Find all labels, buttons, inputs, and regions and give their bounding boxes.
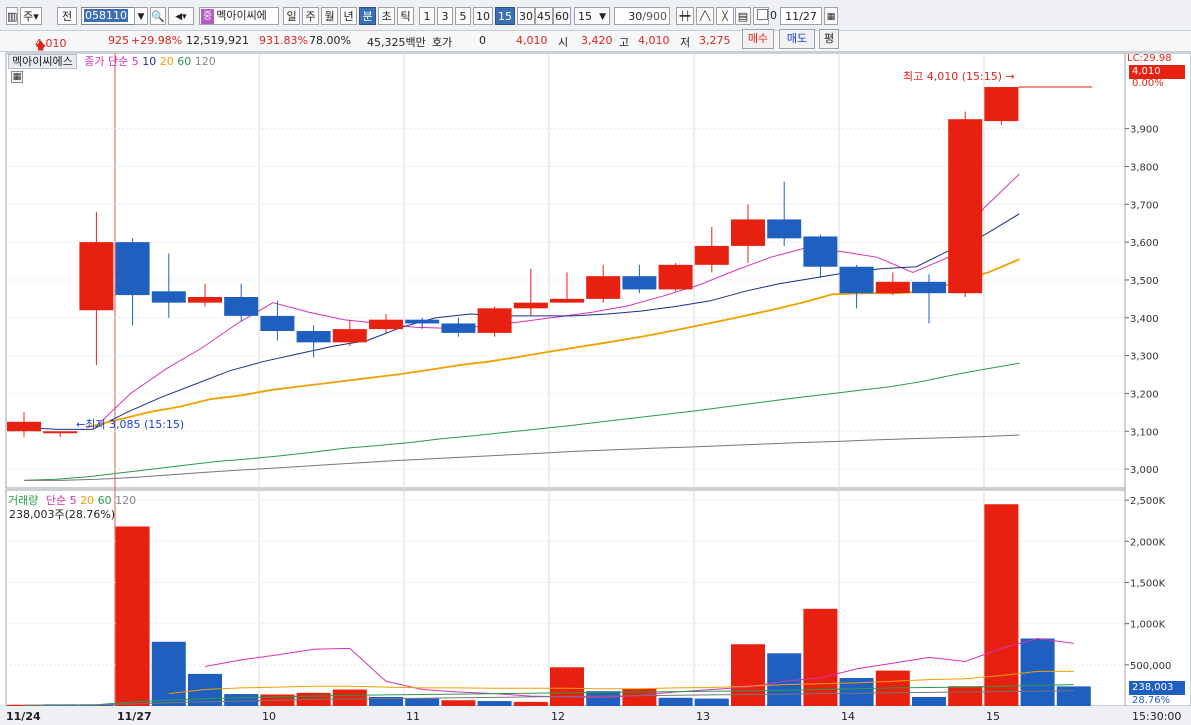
candle-down [803,236,838,267]
volume-tick-label: 1,000K [1130,620,1166,631]
vol-current-box: 238,003 [1129,681,1185,695]
low-annotation: ←최저 3,085 (15:15) [76,418,185,431]
price-legend: 멕아이씨에스 종가 단순 5 10 20 60 120 [8,53,216,69]
current-price-box: 4,010 [1129,65,1185,79]
volume-bar [803,608,838,706]
volume-bar [731,644,765,706]
price-tick-label: 3,800 [1130,162,1159,173]
end-time-label: 15:30:00 [1132,710,1182,723]
date-label-11-27: 11/27 [117,710,152,723]
ma-title: 종가 단순 [84,55,129,68]
candle-up [694,245,729,265]
candle-up [875,281,910,294]
price-tick-label: 3,200 [1130,389,1159,400]
ma60-label: 60 [177,55,192,68]
ma10-label: 10 [142,55,157,68]
candle-down [441,323,476,333]
date-axis [0,706,1191,725]
candle-down [767,219,802,239]
candle-up [586,276,621,299]
price-tick-label: 3,600 [1130,238,1159,249]
arrow-right-icon: → [1005,70,1015,83]
volume-bar [332,689,367,706]
price-tick-label: 3,000 [1130,465,1159,476]
ma5-label: 5 [131,55,139,68]
volume-tick-label: 500,000 [1130,661,1171,672]
candle-down [839,266,874,294]
price-tick-label: 3,400 [1130,314,1159,325]
candle-up [369,319,403,330]
date-label-11-24: 11/24 [6,710,41,723]
volume-bar [224,694,259,706]
price-tick-label: 3,300 [1130,352,1159,363]
date-label-10: 10 [262,710,276,723]
date-label-13: 13 [696,710,710,723]
candle-up [658,264,693,290]
candle-up [550,298,584,303]
candle-up [948,119,983,294]
candle-up [79,242,114,311]
price-tick-label: 3,500 [1130,276,1159,287]
price-tick-label: 3,900 [1130,125,1159,136]
candle-down [224,296,259,316]
volume-tick-label: 2,000K [1130,537,1166,548]
high-annotation: 최고 4,010 (15:15) → [903,70,1015,83]
candle-down [115,242,150,296]
ma120-label: 120 [194,55,216,68]
volume-bar [912,696,946,706]
candle-up [188,296,222,303]
volume-bar [550,667,584,706]
volume-bar [622,688,657,706]
vol-ma120-label: 120 [115,494,137,507]
candle-up [731,219,765,246]
lc-label: LC:29.98 [1127,53,1172,64]
candle-down [260,315,295,332]
candle-down [622,276,657,290]
chart-canvas[interactable]: 3,000 3,100 3,200 3,300 3,400 3,500 3,600 3,700… [0,0,1191,725]
date-label-11: 11 [406,710,420,723]
table-icon[interactable]: ▦ [11,71,23,83]
candle-down [296,331,331,343]
volume-bar [948,686,983,706]
volume-bar [405,698,440,706]
stock-name-label[interactable]: 멕아이씨에스 [8,54,77,69]
candle-down [405,319,440,324]
price-tick-label: 3,700 [1130,200,1159,211]
current-volume: 238,003주(28.76%) [9,508,116,521]
volume-bar [115,526,150,706]
volume-bar [477,701,512,706]
candle-up [7,421,41,432]
volume-bar [767,653,802,706]
volume-bar [151,641,186,706]
volume-bar [513,701,548,706]
vol-pct-label: 28.76% [1132,695,1171,706]
current-pct-label: 0.00% [1132,78,1164,89]
date-label-15: 15 [986,710,1000,723]
candle-up [332,329,367,343]
ma20-label: 20 [159,55,174,68]
volume-bar [1020,638,1055,706]
candle-up [513,302,548,309]
right-axis [1124,52,1191,707]
volume-bar [1056,686,1091,706]
price-tick-label: 3,100 [1130,427,1159,438]
volume-tick-label: 1,500K [1130,578,1166,589]
arrow-left-icon: ← [76,418,86,431]
volume-bar [586,691,621,706]
date-label-14: 14 [841,710,855,723]
candle-up [477,308,512,333]
volume-bar [441,700,476,706]
candle-down [151,291,186,303]
volume-tick-label: 2,500K [1130,496,1166,507]
candle-up [43,431,78,434]
volume-bar [694,698,729,706]
candle-up [984,87,1019,122]
candle-down [912,281,946,294]
date-label-12: 12 [551,710,565,723]
volume-bar [658,697,693,706]
